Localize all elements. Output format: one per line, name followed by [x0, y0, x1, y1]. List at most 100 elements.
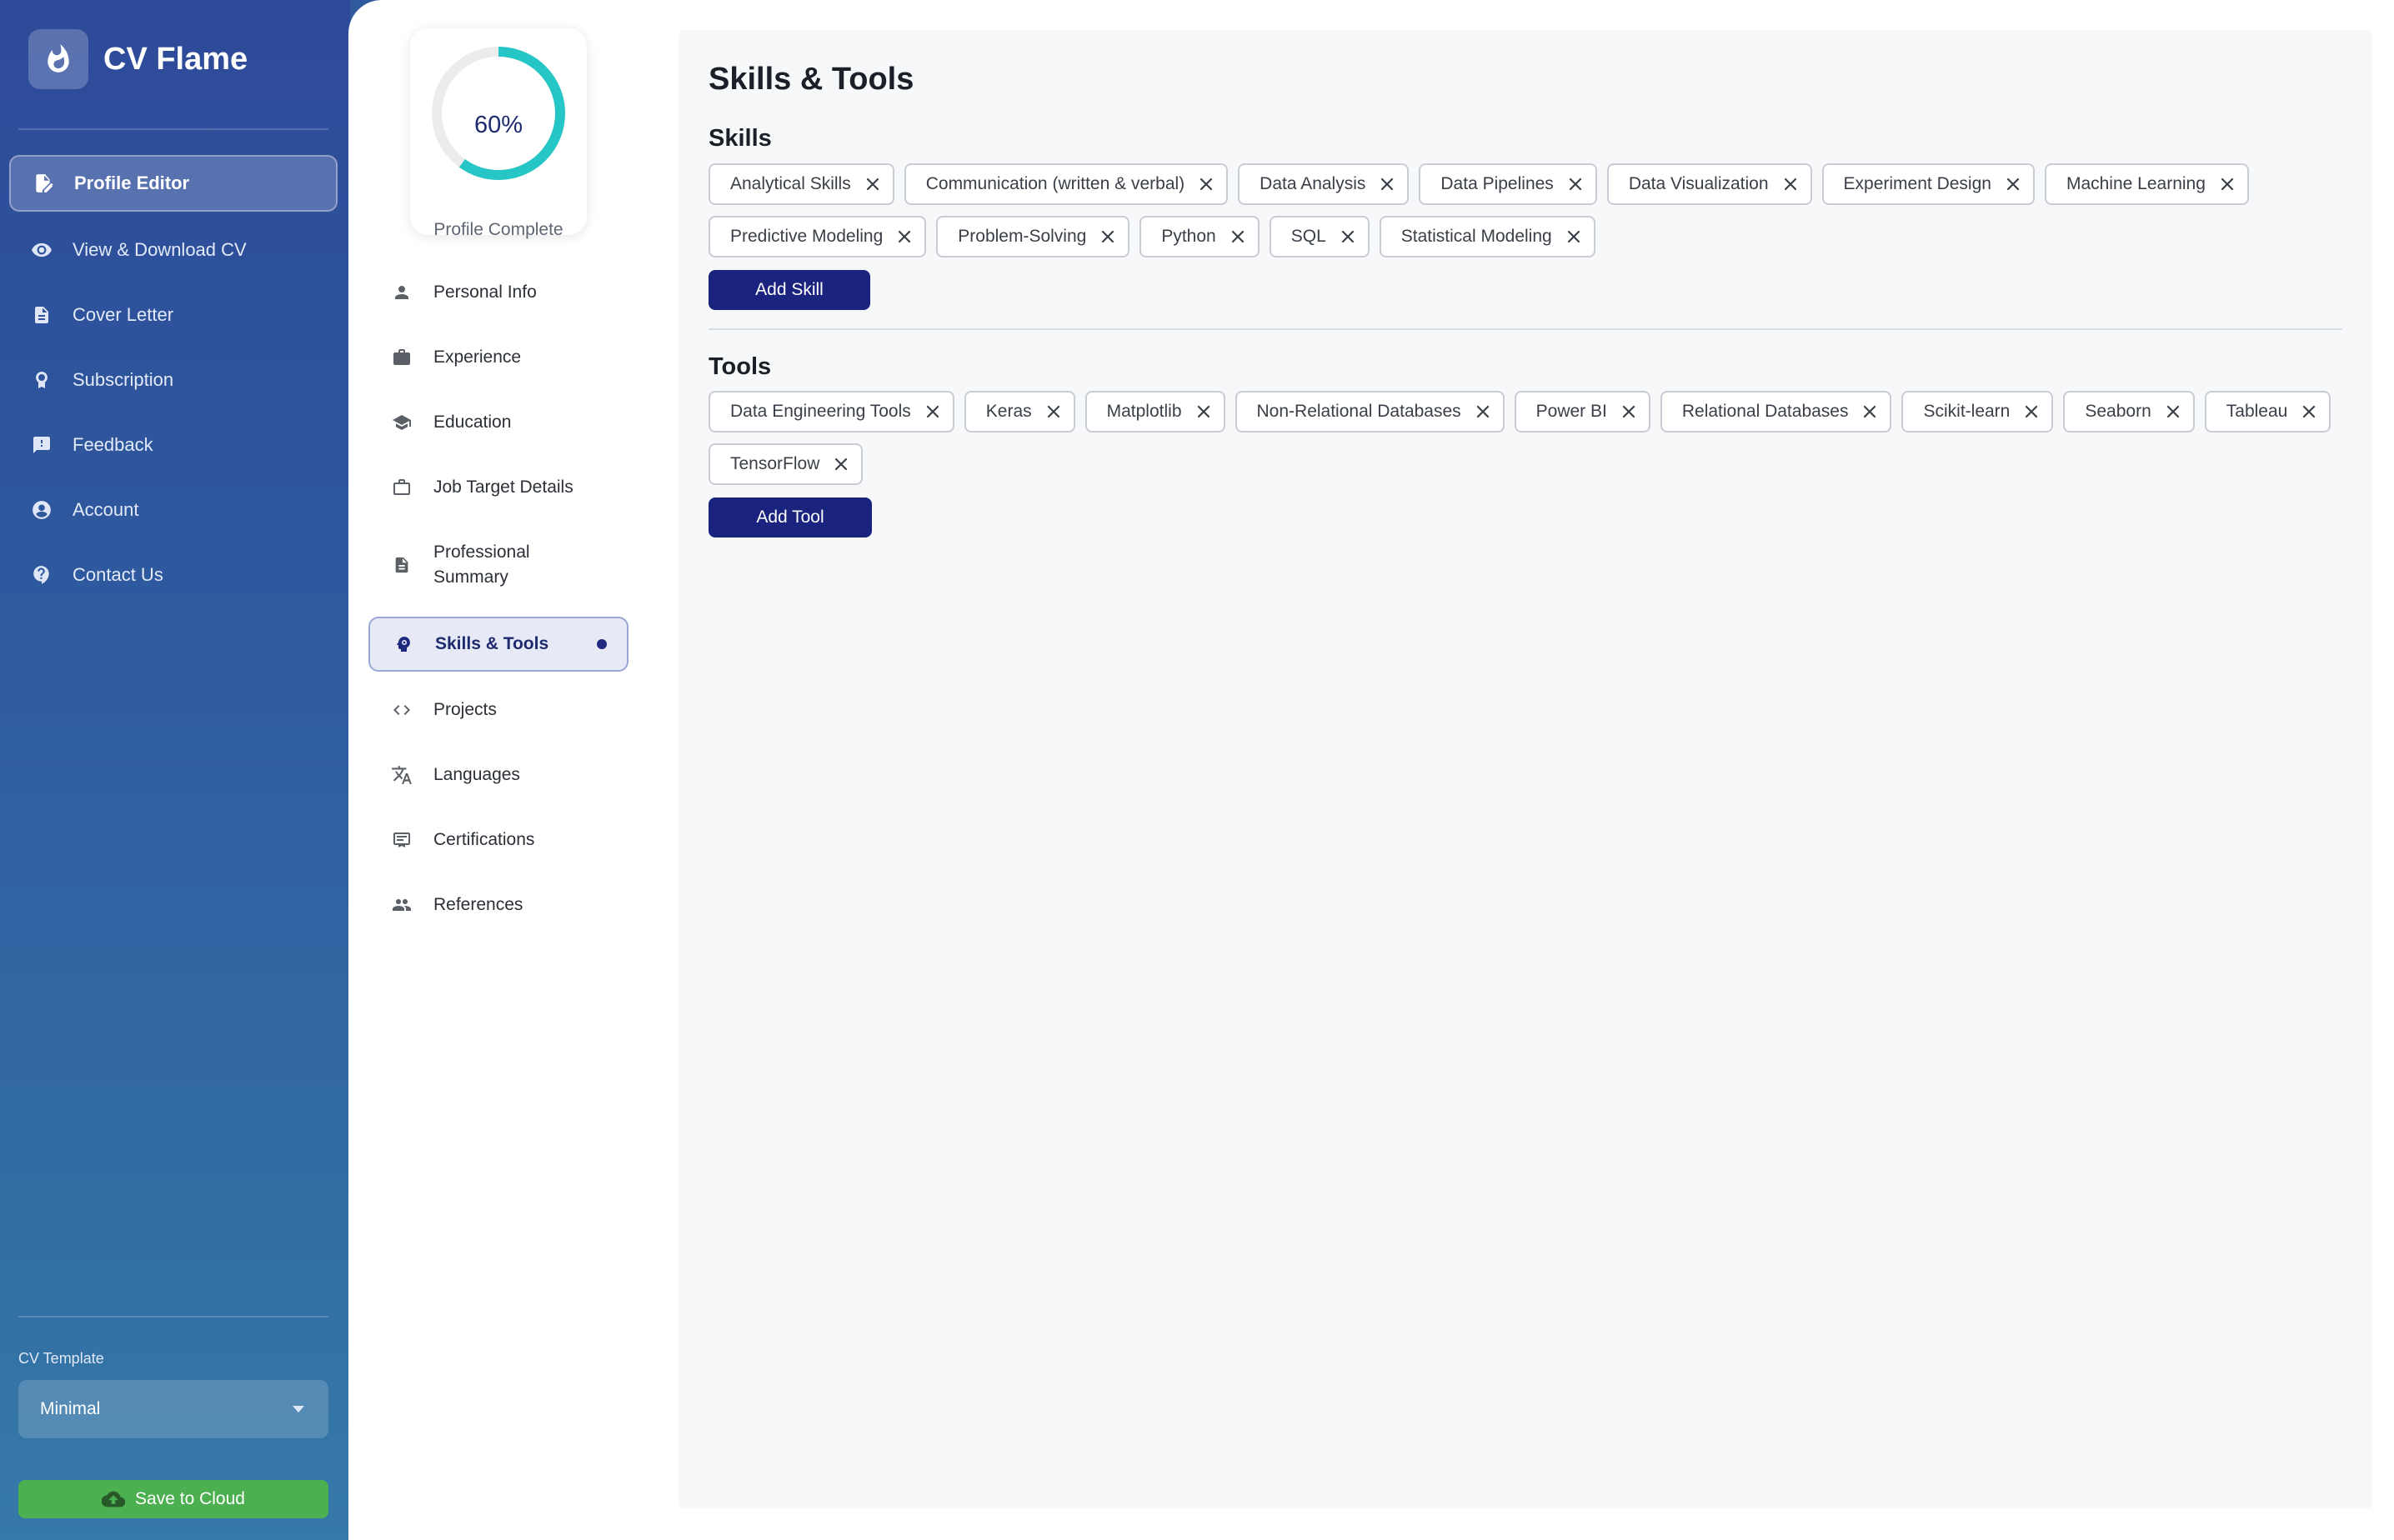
chip-label: Problem-Solving	[958, 227, 1087, 246]
remove-chip-icon[interactable]	[2221, 178, 2234, 191]
section-professional-summary[interactable]: Professional Summary	[368, 533, 629, 597]
remove-chip-icon[interactable]	[2025, 405, 2038, 418]
nav-label: Account	[73, 499, 139, 520]
certificate-icon	[390, 828, 413, 852]
chip: Keras	[964, 391, 1075, 432]
chip: Data Pipelines	[1419, 163, 1597, 205]
brand[interactable]: CV Flame	[28, 29, 248, 89]
section-projects[interactable]: Projects	[368, 686, 629, 734]
section-label: References	[433, 895, 523, 914]
chip: Problem-Solving	[936, 216, 1130, 258]
nav-contact-us[interactable]: Contact Us	[9, 547, 338, 603]
section-references[interactable]: References	[368, 881, 629, 929]
add-skill-button[interactable]: Add Skill	[709, 270, 870, 310]
nav-feedback[interactable]: Feedback	[9, 417, 338, 473]
section-personal-info[interactable]: Personal Info	[368, 268, 629, 317]
remove-chip-icon[interactable]	[1476, 405, 1490, 418]
person-icon	[390, 281, 413, 304]
chip: Data Analysis	[1238, 163, 1410, 205]
feedback-icon	[29, 432, 54, 458]
section-education[interactable]: Education	[368, 398, 629, 447]
chip: Tableau	[2204, 391, 2331, 432]
remove-chip-icon[interactable]	[926, 405, 939, 418]
tools-heading: Tools	[709, 353, 772, 380]
help-icon	[29, 562, 54, 588]
nav-cover-letter[interactable]: Cover Letter	[9, 287, 338, 343]
document-icon	[29, 302, 54, 328]
chip: Machine Learning	[2044, 163, 2249, 205]
chip-label: Data Pipelines	[1440, 174, 1554, 193]
chip: Scikit-learn	[1901, 391, 2054, 432]
progress-percent: 60%	[473, 112, 523, 138]
chip-label: Experiment Design	[1843, 174, 1991, 193]
remove-chip-icon[interactable]	[1341, 230, 1355, 243]
nav-label: Cover Letter	[73, 304, 174, 325]
cv-template-select[interactable]: Minimal	[18, 1380, 328, 1438]
cloud-upload-icon	[102, 1490, 126, 1508]
chip: Relational Databases	[1660, 391, 1892, 432]
chip-label: TensorFlow	[730, 454, 820, 473]
add-tool-button[interactable]: Add Tool	[709, 498, 872, 538]
remove-chip-icon[interactable]	[866, 178, 879, 191]
chip-label: Tableau	[2226, 402, 2288, 421]
nav-view-download[interactable]: View & Download CV	[9, 222, 338, 278]
chip-label: Keras	[985, 402, 1032, 421]
section-languages[interactable]: Languages	[368, 751, 629, 799]
tools-chip-list: Data Engineering Tools Keras Matplotlib Non…	[709, 391, 2342, 496]
section-label: Projects	[433, 700, 497, 719]
remove-chip-icon[interactable]	[1200, 178, 1213, 191]
remove-chip-icon[interactable]	[2006, 178, 2020, 191]
section-label: Skills & Tools	[435, 634, 549, 653]
remove-chip-icon[interactable]	[1231, 230, 1245, 243]
section-skills-tools[interactable]: Skills & Tools	[368, 617, 629, 672]
section-label: Job Target Details	[433, 478, 573, 497]
remove-chip-icon[interactable]	[1784, 178, 1797, 191]
skills-chip-list: Analytical Skills Communication (written …	[709, 163, 2342, 268]
chip-label: SQL	[1290, 227, 1326, 246]
remove-chip-icon[interactable]	[2166, 405, 2180, 418]
graduation-cap-icon	[390, 411, 413, 434]
section-label: Languages	[433, 765, 520, 784]
nav-profile-editor[interactable]: Profile Editor	[9, 155, 338, 212]
remove-chip-icon[interactable]	[1569, 178, 1582, 191]
remove-chip-icon[interactable]	[1197, 405, 1210, 418]
chip: Predictive Modeling	[709, 216, 927, 258]
chip-label: Data Analysis	[1260, 174, 1366, 193]
active-indicator-dot	[597, 639, 607, 649]
remove-chip-icon[interactable]	[2302, 405, 2316, 418]
nav-label: Feedback	[73, 434, 153, 455]
section-label: Education	[433, 412, 512, 432]
brand-name: CV Flame	[103, 41, 248, 77]
dropdown-arrow-icon	[290, 1399, 307, 1419]
remove-chip-icon[interactable]	[1863, 405, 1876, 418]
chip-label: Relational Databases	[1681, 402, 1849, 421]
chip: Data Visualization	[1606, 163, 1812, 205]
section-experience[interactable]: Experience	[368, 333, 629, 382]
cv-template-value: Minimal	[40, 1399, 101, 1418]
remove-chip-icon[interactable]	[1567, 230, 1580, 243]
chip-label: Communication (written & verbal)	[925, 174, 1185, 193]
nav-account[interactable]: Account	[9, 482, 338, 538]
chip-label: Data Engineering Tools	[730, 402, 911, 421]
progress-label: Profile Complete	[433, 220, 563, 239]
remove-chip-icon[interactable]	[1101, 230, 1114, 243]
chip: Experiment Design	[1821, 163, 2035, 205]
chip: Python	[1139, 216, 1260, 258]
remove-chip-icon[interactable]	[834, 458, 848, 471]
nav-label: View & Download CV	[73, 239, 247, 260]
section-certifications[interactable]: Certifications	[368, 816, 629, 864]
people-icon	[390, 893, 413, 917]
sidebar-divider	[18, 128, 328, 130]
remove-chip-icon[interactable]	[1622, 405, 1635, 418]
chip: Data Engineering Tools	[709, 391, 954, 432]
save-to-cloud-button[interactable]: Save to Cloud	[18, 1480, 328, 1518]
remove-chip-icon[interactable]	[1047, 405, 1060, 418]
nav-subscription[interactable]: Subscription	[9, 352, 338, 408]
chip: Power BI	[1514, 391, 1650, 432]
remove-chip-icon[interactable]	[1380, 178, 1394, 191]
remove-chip-icon[interactable]	[898, 230, 911, 243]
chip-label: Seaborn	[2085, 402, 2151, 421]
chip-label: Matplotlib	[1106, 402, 1182, 421]
skills-heading: Skills	[709, 125, 772, 152]
section-job-target-details[interactable]: Job Target Details	[368, 463, 629, 512]
